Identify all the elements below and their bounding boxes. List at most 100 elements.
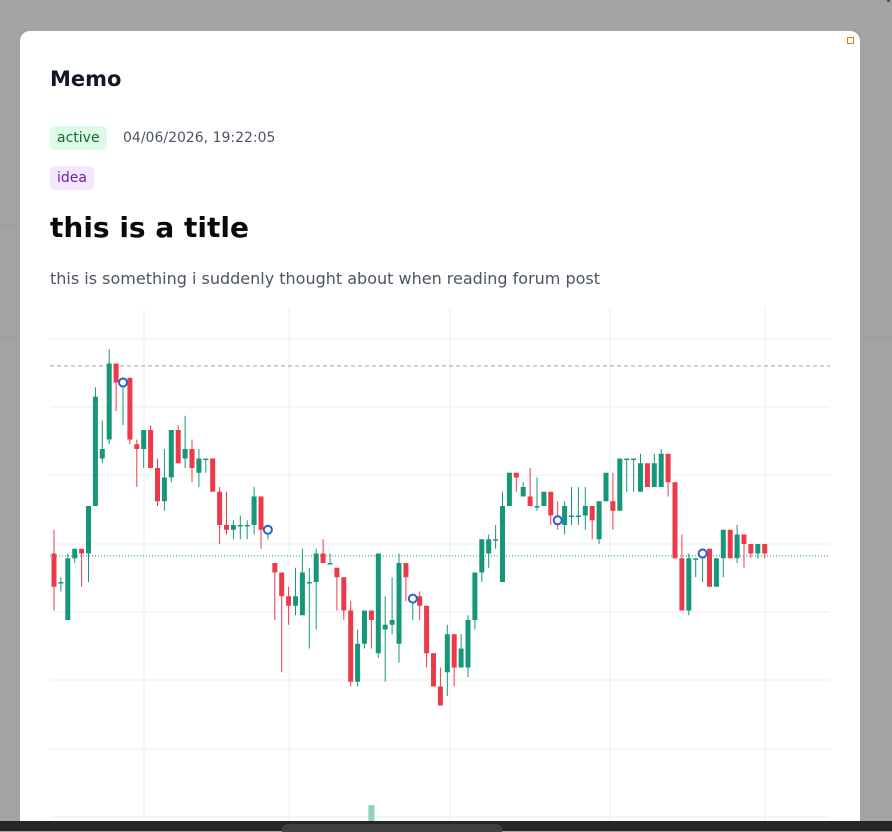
candle-body [224,525,229,530]
candle-body [99,449,105,459]
candle-body [755,544,761,554]
candle-body [251,496,257,525]
candle-body [113,363,119,383]
candle-body [203,458,209,460]
candle-body [458,648,464,668]
memo-modal: Memo active 04/06/2026, 19:22:05 idea th… [20,31,860,831]
candle-body [658,453,664,487]
candle-body [327,563,333,565]
candle-body [762,544,768,554]
candle-body [189,449,195,468]
candle-body [92,396,98,506]
candlestick-chart[interactable] [50,308,830,831]
candle-body [748,544,754,554]
candle-body [368,610,374,620]
candle-body [541,491,547,506]
candle-body [341,577,347,611]
candle-body [582,506,588,516]
candle-body [58,582,64,584]
modal-title: Memo [50,67,122,91]
candle-body [665,453,671,483]
candle-body [734,534,740,559]
candle-body [500,506,505,582]
candle-body [72,548,78,559]
candle-body [355,643,361,682]
candle-body [727,529,733,559]
candle-body [589,506,595,521]
timestamp: 04/06/2026, 19:22:05 [123,130,276,146]
candle-body [679,558,685,611]
memo-body: this is something i suddenly thought abo… [50,269,601,288]
candle-body [237,525,243,527]
candle-body [348,610,354,682]
candle-body [86,506,91,554]
candle-body [65,558,71,620]
candle-body [51,553,57,587]
candle-body [569,515,574,517]
candle-body [693,558,699,560]
candle-body [548,491,554,516]
candle-body [437,686,443,706]
candle-body [617,458,623,511]
candle-body [306,582,312,584]
candle-body [396,563,402,644]
orange-square-icon[interactable] [847,37,854,44]
candle-body [479,539,485,573]
event-marker [407,593,418,604]
candle-body [279,572,285,597]
candle-body [403,563,409,578]
candle-body [672,482,678,559]
event-marker [697,548,708,559]
candle-body [417,596,423,606]
candle-body [106,363,112,440]
candle-body [389,620,395,625]
candle-body [258,496,264,530]
candle-body [686,558,692,611]
candle-body [293,596,298,606]
candle-body [134,444,140,449]
candle-body [375,553,381,654]
candle-body [527,496,533,506]
candle-body [493,539,499,541]
candle-body [334,567,340,578]
candle-body [362,610,367,644]
candle-body [610,501,616,511]
candle-body [217,491,223,525]
candle-body [451,634,457,668]
candle-body [631,458,637,460]
candle-body [562,506,568,525]
candle-body [320,553,326,563]
candle-body [230,525,236,530]
candle-body [534,506,540,508]
candle-body [713,558,719,587]
candle-body [175,430,181,464]
candle-body [424,605,430,654]
candle-body [127,377,133,440]
candle-body [520,487,526,497]
candle-body [313,553,319,582]
candle-body [182,449,188,459]
tag-badge[interactable]: idea [50,166,94,190]
candle-body [465,620,471,668]
candle-body [155,468,160,502]
candle-body [720,529,726,559]
candle-body [244,525,250,527]
candle-body [472,572,478,620]
candle-body [624,458,630,460]
candle-body [651,463,657,487]
event-marker [262,524,273,535]
candle-body [506,472,512,506]
candle-body [79,548,85,554]
candle-body [596,501,602,540]
candle-body [741,534,747,544]
candle-body [148,430,154,468]
memo-heading: this is a title [50,211,249,244]
candle-body [575,515,581,517]
event-marker [552,515,563,526]
candle-body [486,539,492,554]
candle-body [161,477,167,502]
window-edge-mark [887,0,890,2]
candle-body [513,472,519,478]
candle-body [603,472,609,502]
candle-body [707,548,712,587]
